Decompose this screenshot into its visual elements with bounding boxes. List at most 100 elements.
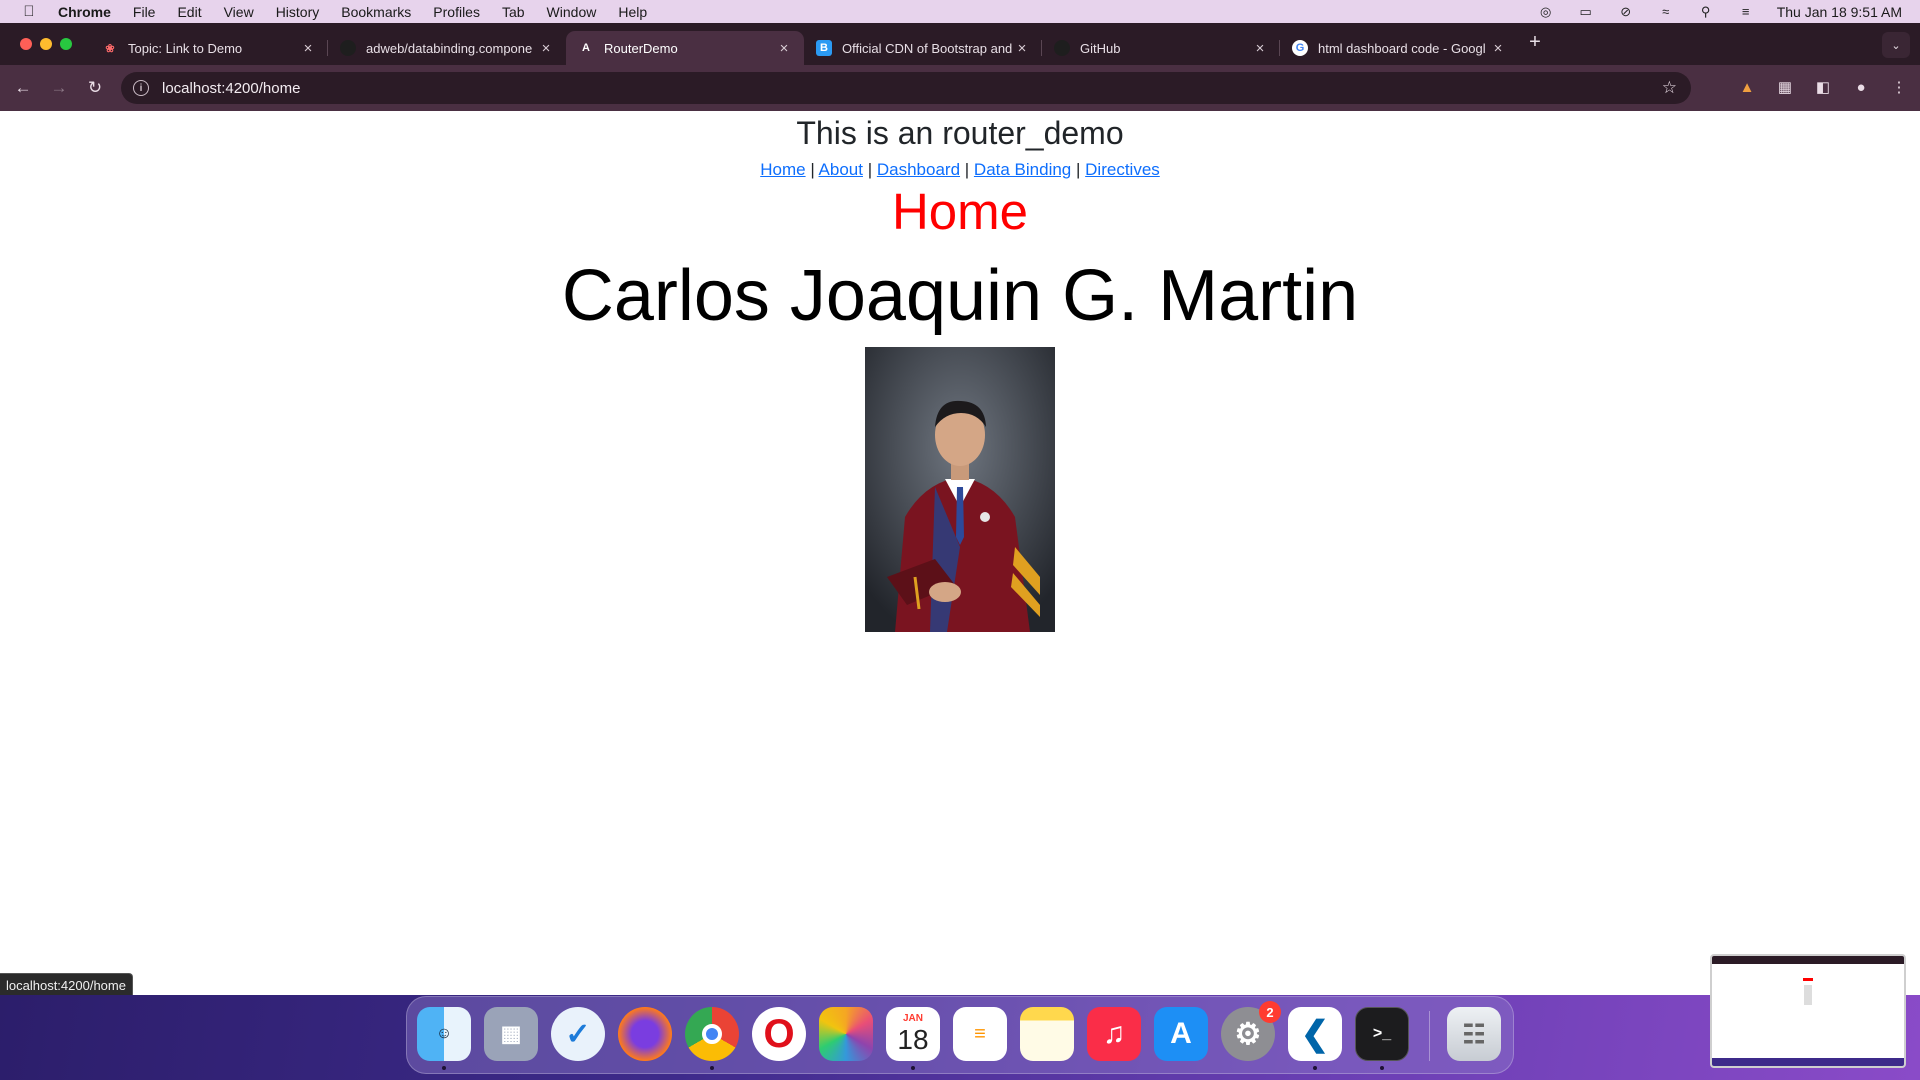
back-arrow-icon[interactable]: ←: [8, 73, 38, 103]
nav-link-about[interactable]: About: [819, 160, 863, 179]
screenshot-thumbnail[interactable]: [1710, 954, 1906, 1068]
menu-window[interactable]: Window: [547, 4, 597, 20]
close-window-button[interactable]: [20, 38, 32, 50]
vscode-icon[interactable]: ❮: [1288, 1007, 1342, 1061]
menu-history[interactable]: History: [276, 4, 320, 20]
tab-title: Topic: Link to Demo: [128, 40, 243, 56]
launchpad-icon[interactable]: ▦: [484, 1007, 538, 1061]
sound-muted-icon[interactable]: ⊘: [1617, 4, 1635, 19]
spotlight-search-icon[interactable]: ⚲: [1697, 4, 1715, 19]
tab-title: RouterDemo: [604, 40, 678, 56]
apple-menu-icon[interactable]: : [18, 3, 40, 20]
tab-search-chevron-icon[interactable]: ⌄: [1882, 32, 1910, 58]
tab-routerdemo[interactable]: A RouterDemo ×: [566, 31, 804, 65]
tab-close-icon[interactable]: ×: [538, 40, 554, 57]
thumbnail-tabbar: [1712, 956, 1904, 964]
notification-badge: 2: [1259, 1001, 1281, 1023]
window-controls: [20, 38, 72, 50]
link-status-bar: localhost:4200/home: [0, 973, 133, 996]
thumbnail-content: [1804, 985, 1812, 1005]
site-title: This is an router_demo: [796, 115, 1124, 151]
menu-clock[interactable]: Thu Jan 18 9:51 AM: [1777, 4, 1902, 20]
macos-dock: ☺ ▦ ✓ O JAN 18 ≡ ♫ A ⚙ 2 ❮ >_ ☷: [406, 996, 1514, 1074]
person-name: Carlos Joaquin G. Martin: [561, 256, 1359, 336]
tab-list: ❀ Topic: Link to Demo × adweb/databindin…: [90, 31, 1518, 65]
chrome-icon[interactable]: [685, 1007, 739, 1061]
control-center-icon[interactable]: ≡: [1737, 4, 1755, 19]
tab-google-search[interactable]: G html dashboard code - Googl ×: [1280, 31, 1518, 65]
site-info-icon[interactable]: i: [133, 80, 149, 96]
new-tab-button[interactable]: +: [1524, 31, 1546, 57]
tab-close-icon[interactable]: ×: [1490, 40, 1506, 57]
zoom-window-button[interactable]: [60, 38, 72, 50]
opera-icon[interactable]: O: [752, 1007, 806, 1061]
app-store-icon[interactable]: A: [1154, 1007, 1208, 1061]
nav-link-home[interactable]: Home: [760, 160, 805, 179]
menu-extras: ◎ ▭ ⊘ ≈ ⚲ ≡ Thu Jan 18 9:51 AM: [1537, 0, 1902, 23]
creative-cloud-icon[interactable]: ◎: [1537, 4, 1555, 19]
music-icon[interactable]: ♫: [1087, 1007, 1141, 1061]
menu-file[interactable]: File: [133, 4, 156, 20]
thumbnail-heading: [1803, 978, 1813, 981]
page-heading: Home: [891, 183, 1029, 240]
running-indicator: [911, 1066, 915, 1070]
side-panel-icon[interactable]: ◧: [1810, 73, 1836, 101]
browser-toolbar: ← → ↻ i localhost:4200/home ☆ ▲ ▦ ◧ ● ⋮: [0, 65, 1920, 111]
extensions-puzzle-icon[interactable]: ▦: [1772, 73, 1798, 101]
toolbar-actions: ▲ ▦ ◧ ● ⋮: [1734, 73, 1912, 101]
profile-avatar-icon[interactable]: ●: [1848, 73, 1874, 101]
nav-link-data-binding[interactable]: Data Binding: [974, 160, 1071, 179]
menu-help[interactable]: Help: [618, 4, 647, 20]
thumbnail-dock: [1712, 1058, 1904, 1066]
menu-profiles[interactable]: Profiles: [433, 4, 480, 20]
firefox-icon[interactable]: [618, 1007, 672, 1061]
menu-view[interactable]: View: [224, 4, 254, 20]
tab-close-icon[interactable]: ×: [300, 40, 316, 57]
nav-link-directives[interactable]: Directives: [1085, 160, 1160, 179]
calendar-day: 18: [897, 1023, 929, 1055]
tab-databinding[interactable]: adweb/databinding.compone ×: [328, 31, 566, 65]
trash-icon[interactable]: ☷: [1447, 1007, 1501, 1061]
reload-icon[interactable]: ↻: [80, 73, 110, 103]
github-icon: [1054, 40, 1070, 56]
menu-tab[interactable]: Tab: [502, 4, 525, 20]
menu-app-name[interactable]: Chrome: [58, 4, 111, 20]
reminders-icon[interactable]: ≡: [953, 1007, 1007, 1061]
angular-icon: A: [582, 42, 590, 54]
forward-arrow-icon[interactable]: →: [44, 73, 74, 103]
graduation-photo: [865, 347, 1055, 632]
metamask-extension-icon[interactable]: ▲: [1734, 73, 1760, 101]
tab-github[interactable]: GitHub ×: [1042, 31, 1280, 65]
running-indicator: [1380, 1066, 1384, 1070]
tab-title: Official CDN of Bootstrap and: [842, 40, 1013, 56]
wifi-icon[interactable]: ≈: [1657, 4, 1675, 19]
notes-icon[interactable]: [1020, 1007, 1074, 1061]
tab-close-icon[interactable]: ×: [776, 40, 792, 57]
calendar-icon[interactable]: JAN 18: [886, 1007, 940, 1061]
nav-link-dashboard[interactable]: Dashboard: [877, 160, 960, 179]
calendar-month: JAN: [902, 1012, 923, 1024]
web-page: This is an router_demo Home | About | Da…: [0, 111, 1920, 995]
minimize-window-button[interactable]: [40, 38, 52, 50]
nav-separator: |: [964, 160, 970, 179]
tab-bootstrap-cdn[interactable]: B Official CDN of Bootstrap and ×: [804, 31, 1042, 65]
menu-edit[interactable]: Edit: [177, 4, 201, 20]
bootstrap-icon: B: [816, 40, 832, 56]
tab-close-icon[interactable]: ×: [1014, 40, 1030, 57]
finder-icon[interactable]: ☺: [417, 1007, 471, 1061]
terminal-icon[interactable]: >_: [1355, 1007, 1409, 1061]
more-menu-icon[interactable]: ⋮: [1886, 73, 1912, 101]
pinwheel-icon: ❀: [105, 42, 115, 55]
display-icon[interactable]: ▭: [1577, 4, 1595, 19]
menu-bookmarks[interactable]: Bookmarks: [341, 4, 411, 20]
tab-close-icon[interactable]: ×: [1252, 40, 1268, 57]
address-bar[interactable]: i localhost:4200/home ☆: [121, 72, 1691, 104]
nav-separator: |: [810, 160, 815, 179]
tab-title: adweb/databinding.compone: [366, 40, 533, 56]
tab-link-to-demo[interactable]: ❀ Topic: Link to Demo ×: [90, 31, 328, 65]
address-bar-url[interactable]: localhost:4200/home: [162, 80, 300, 97]
photos-icon[interactable]: [819, 1007, 873, 1061]
system-settings-icon[interactable]: ⚙ 2: [1221, 1001, 1281, 1061]
safari-icon[interactable]: ✓: [551, 1007, 605, 1061]
bookmark-star-icon[interactable]: ☆: [1662, 78, 1677, 98]
